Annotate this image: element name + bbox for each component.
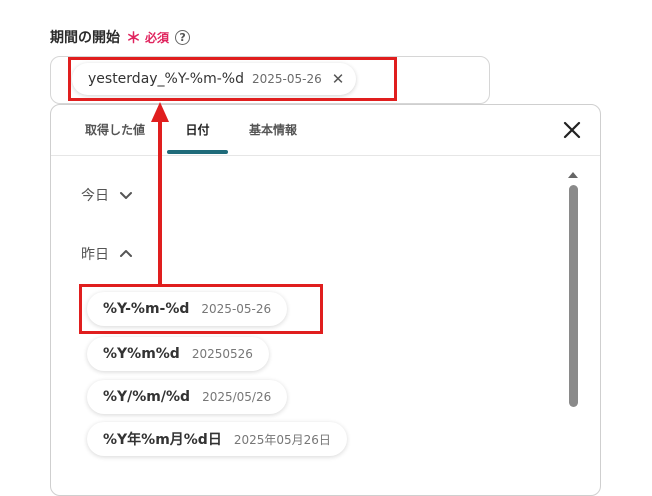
group-yesterday[interactable]: 昨日 xyxy=(81,243,133,265)
required-text: 必須 xyxy=(145,30,170,45)
option-preview: 20250526 xyxy=(191,347,253,361)
date-format-option[interactable]: %Y%m%d 20250526 xyxy=(87,337,269,371)
arrow-up-icon xyxy=(151,102,169,286)
option-preview: 2025/05/26 xyxy=(202,390,272,404)
option-preview: 2025年05月26日 xyxy=(233,432,331,447)
tab-basic-info[interactable]: 基本情報 xyxy=(235,105,311,153)
date-format-option[interactable]: %Y年%m月%d日 2025年05月26日 xyxy=(87,422,347,456)
close-icon[interactable] xyxy=(561,119,583,141)
tab-date[interactable]: 日付 xyxy=(167,105,228,153)
field-label-text: 期間の開始 xyxy=(50,30,120,46)
chevron-up-icon xyxy=(120,250,132,257)
group-today-label: 今日 xyxy=(81,188,109,204)
chevron-down-icon xyxy=(120,192,132,199)
scroll-up-arrow-icon[interactable] xyxy=(567,171,579,179)
question-circle-icon[interactable]: ? xyxy=(175,29,191,45)
required-star: ＊ xyxy=(126,28,142,47)
active-tab-indicator xyxy=(167,150,228,154)
option-format: %Y/%m/%d xyxy=(103,389,191,405)
option-format: %Y年%m月%d日 xyxy=(103,432,222,448)
field-label: 期間の開始 ＊ 必須 ? xyxy=(50,26,191,48)
group-yesterday-label: 昨日 xyxy=(81,247,109,263)
date-format-option[interactable]: %Y/%m/%d 2025/05/26 xyxy=(87,380,288,414)
option-format: %Y%m%d xyxy=(103,346,180,362)
highlight-box-option xyxy=(79,284,323,334)
group-today[interactable]: 今日 xyxy=(81,184,133,206)
tab-acquired-values[interactable]: 取得した値 xyxy=(69,105,161,153)
tab-bar: 取得した値 日付 基本情報 xyxy=(51,105,600,156)
scrollbar-thumb[interactable] xyxy=(569,185,578,407)
highlight-box-input xyxy=(68,57,397,101)
